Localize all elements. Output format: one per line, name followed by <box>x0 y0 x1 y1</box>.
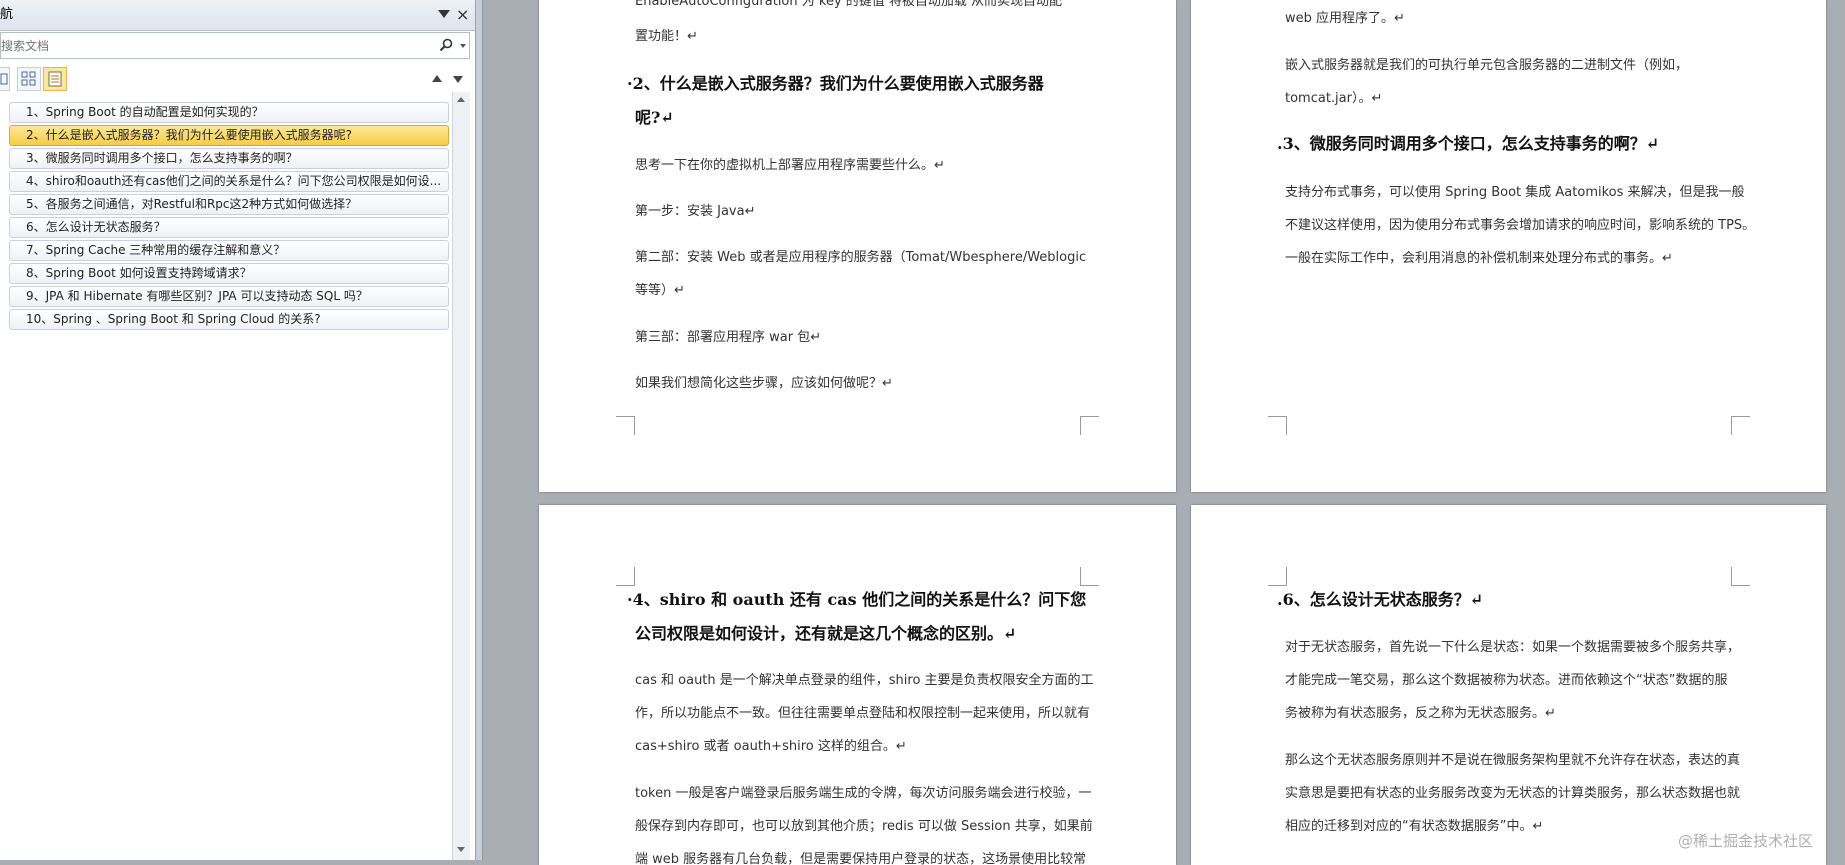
margin-corner-mark <box>1268 416 1287 435</box>
paragraph-line: 第三部：部署应用程序 war 包↵ <box>635 330 822 345</box>
margin-corner-mark <box>1080 416 1099 435</box>
results-list-icon <box>48 71 62 87</box>
paragraph-line: 作，所以功能点不一致。但往往需要单点登陆和权限控制一起来使用，所以就有 <box>635 706 1091 721</box>
paragraph-line: 一般在实际工作中，会利用消息的补偿机制来处理分布式的事务。↵ <box>1285 251 1673 266</box>
close-pane-icon[interactable]: × <box>456 0 469 30</box>
heading-item[interactable]: 8、Spring Boot 如何设置支持跨域请求？ <box>9 263 449 284</box>
heading-2-line1: ·2、什么是嵌入式服务器？我们为什么要使用嵌入式服务器 <box>627 74 1044 93</box>
headings-list: 1、Spring Boot 的自动配置是如何实现的？ 2、什么是嵌入式服务器？我… <box>9 102 449 332</box>
search-input[interactable] <box>1 33 421 58</box>
heading-item[interactable]: 9、JPA 和 Hibernate 有哪些区别？JPA 可以支持动态 SQL 吗… <box>9 286 449 307</box>
heading-item-selected[interactable]: 2、什么是嵌入式服务器？我们为什么要使用嵌入式服务器呢? <box>9 125 449 146</box>
heading-item[interactable]: 5、各服务之间通信，对Restful和Rpc这2种方式如何做选择？ <box>9 194 449 215</box>
paragraph-line: 那么这个无状态服务原则并不是说在微服务架构里就不允许存在状态，表达的真 <box>1285 753 1741 768</box>
heading-item[interactable]: 10、Spring 、Spring Boot 和 Spring Cloud 的关… <box>9 309 449 330</box>
paragraph-line: 对于无状态服务，首先说一下什么是状态：如果一个数据需要被多个服务共享， <box>1285 640 1741 655</box>
paragraph-line: cas+shiro 或者 oauth+shiro 这样的组合。↵ <box>635 739 907 754</box>
scroll-down-icon[interactable] <box>457 847 465 852</box>
search-box <box>0 32 470 59</box>
document-page-1: EnableAutoConfiguration 为 key 的键值 将被自动加载… <box>539 0 1176 492</box>
paragraph-line: 端 web 服务器有几台负载，但是需要保持用户登录的状态，这场景使用比较常 <box>635 852 1087 865</box>
search-icon[interactable] <box>439 38 453 52</box>
paragraph-line: 实意思是要把有状态的业务服务改变为无状态的计算类服务，那么状态数据也就 <box>1285 786 1741 801</box>
nav-title: 航 <box>0 7 14 22</box>
browse-headings-tab[interactable] <box>0 67 10 91</box>
heading-4-line1: ·4、shiro 和 oauth 还有 cas 他们之间的关系是什么？问下您 <box>627 590 1087 609</box>
next-heading-icon[interactable] <box>453 76 463 83</box>
paragraph-line: cas 和 oauth 是一个解决单点登录的组件，shiro 主要是负责权限安全… <box>635 673 1094 688</box>
paragraph-line: 般保存到内存即可，也可以放到其他介质；redis 可以做 Session 共享，… <box>635 819 1093 834</box>
nav-scrollbar[interactable] <box>452 92 470 860</box>
paragraph-line: 不建议这样使用，因为使用分布式事务会增加请求的响应时间，影响系统的 TPS。 <box>1285 218 1756 233</box>
paragraph-line: 如果我们想简化这些步骤，应该如何做呢？↵ <box>635 376 893 391</box>
watermark: @稀土掘金技术社区 <box>1678 832 1814 850</box>
margin-corner-mark <box>1731 416 1750 435</box>
heading-item[interactable]: 7、Spring Cache 三种常用的缓存注解和意义？ <box>9 240 449 261</box>
document-page-2: web 应用程序了。↵ 嵌入式服务器就是我们的可执行单元包含服务器的二进制文件（… <box>1191 0 1826 492</box>
heading-item[interactable]: 4、shiro和oauth还有cas他们之间的关系是什么？问下您公司权限是如何设… <box>9 171 449 192</box>
margin-corner-mark <box>1731 567 1750 586</box>
paragraph-line: 置功能！↵ <box>635 29 698 44</box>
previous-heading-icon[interactable] <box>432 75 442 82</box>
browse-results-tab[interactable] <box>43 67 67 91</box>
document-page-4: .6、怎么设计无状态服务？↵ 对于无状态服务，首先说一下什么是状态：如果一个数据… <box>1191 505 1826 865</box>
paragraph-line: 思考一下在你的虚拟机上部署应用程序需要些什么。↵ <box>635 158 945 173</box>
headings-icon <box>0 73 8 85</box>
paragraph-line: 第一步：安装 Java↵ <box>635 204 756 219</box>
scroll-up-icon[interactable] <box>457 97 465 102</box>
heading-4-line2: 公司权限是如何设计，还有就是这几个概念的区别。↵ <box>635 624 1017 643</box>
paragraph-line: 嵌入式服务器就是我们的可执行单元包含服务器的二进制文件（例如， <box>1285 58 1689 73</box>
paragraph-line: 支持分布式事务，可以使用 Spring Boot 集成 Aatomikos 来解… <box>1285 185 1745 200</box>
paragraph-line: 相应的迁移到对应的“有状态数据服务”中。↵ <box>1285 819 1544 834</box>
paragraph-line: 第二部：安装 Web 或者是应用程序的服务器（Tomat/Wbesphere/W… <box>635 250 1087 265</box>
heading-item[interactable]: 6、怎么设计无状态服务？ <box>9 217 449 238</box>
thumbnail-grid-icon <box>21 71 36 86</box>
paragraph-line: 务被称为有状态服务，反之称为无状态服务。↵ <box>1285 706 1556 721</box>
paragraph-line: token 一般是客户端登录后服务端生成的令牌，每次访问服务端会进行校验，一 <box>635 786 1092 801</box>
nav-title-bar: 航 × <box>0 0 475 31</box>
paragraph-line: EnableAutoConfiguration 为 key 的键值 将被自动加载… <box>635 0 1063 9</box>
paragraph-line: 等等）↵ <box>635 283 685 298</box>
navigation-pane: 航 × 1、Spring Boot 的自动配置是如何实现的？ 2、什么是嵌入式服… <box>0 0 476 860</box>
heading-item[interactable]: 3、微服务同时调用多个接口，怎么支持事务的啊？ <box>9 148 449 169</box>
view-tabs <box>0 65 475 93</box>
paragraph-line: 才能完成一笔交易，那么这个数据被称为状态。进而依赖这个“状态”数据的服 <box>1285 673 1728 688</box>
pane-splitter[interactable] <box>476 0 483 860</box>
pane-options-dropdown-icon[interactable] <box>438 10 450 18</box>
paragraph-line: tomcat.jar）。↵ <box>1285 91 1383 106</box>
paragraph-line: web 应用程序了。↵ <box>1285 11 1405 26</box>
heading-2-line2: 呢?↵ <box>635 108 674 127</box>
margin-corner-mark <box>616 416 635 435</box>
browse-pages-tab[interactable] <box>17 67 41 91</box>
heading-item[interactable]: 1、Spring Boot 的自动配置是如何实现的？ <box>9 102 449 123</box>
document-page-3: ·4、shiro 和 oauth 还有 cas 他们之间的关系是什么？问下您 公… <box>539 505 1176 865</box>
heading-3: .3、微服务同时调用多个接口，怎么支持事务的啊？↵ <box>1277 134 1660 153</box>
search-options-dropdown-icon[interactable] <box>460 44 466 48</box>
heading-6: .6、怎么设计无状态服务？↵ <box>1277 590 1484 609</box>
